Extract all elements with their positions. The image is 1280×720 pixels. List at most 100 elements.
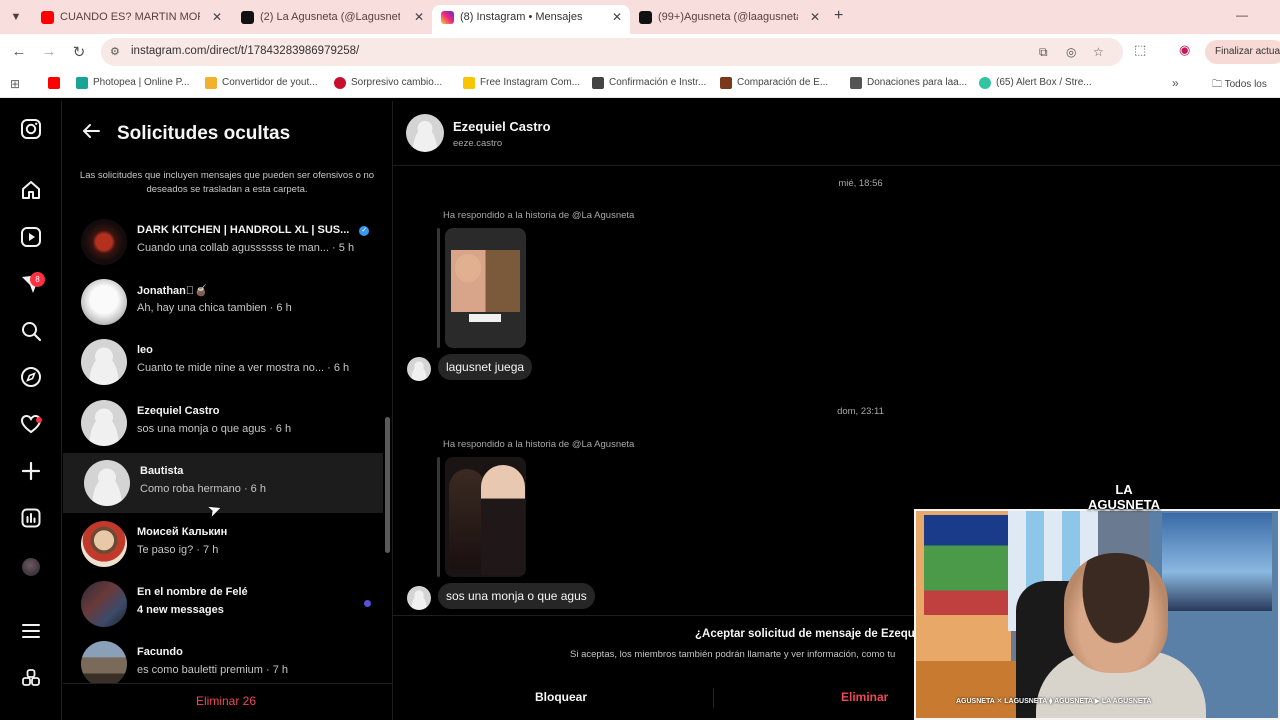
reels-icon[interactable] bbox=[18, 226, 44, 252]
bookmark-alert-box[interactable]: (65) Alert Box / Stre... bbox=[979, 77, 1092, 89]
home-icon[interactable] bbox=[18, 179, 44, 205]
request-preview: 4 new messages bbox=[137, 604, 224, 616]
accept-request-title: ¿Aceptar solicitud de mensaje de Ezequie… bbox=[695, 628, 928, 640]
bookmark-donaciones[interactable]: Donaciones para laa... bbox=[850, 77, 967, 89]
request-preview: es como bauletti premium · 7 h bbox=[137, 664, 289, 676]
request-preview: sos una monja o que agus · 6 h bbox=[137, 423, 292, 435]
threads-apps-icon[interactable] bbox=[18, 667, 44, 693]
streamer-head bbox=[1064, 553, 1168, 673]
profile-icon[interactable]: ◉ bbox=[1179, 42, 1190, 58]
more-bookmarks-icon[interactable]: » bbox=[1172, 76, 1179, 90]
tab-title: (2) La Agusneta (@Lagusneta) / bbox=[260, 11, 400, 23]
request-row-dark-kitchen[interactable]: DARK KITCHEN | HANDROLL XL | SUS... ✓ Cua… bbox=[63, 212, 383, 272]
avatar bbox=[81, 219, 127, 265]
browser-tab-4[interactable]: (99+)Agusneta (@laagusneta) | ✕ bbox=[630, 5, 828, 34]
request-name: Ezequiel Castro bbox=[137, 405, 220, 417]
message-bubble[interactable]: sos una monja o que agus bbox=[438, 583, 595, 609]
apps-grid-icon[interactable]: ⊞ bbox=[10, 77, 20, 91]
request-row-moisey[interactable]: Моисей Калькин Te paso ig? · 7 h bbox=[63, 514, 383, 574]
menu-icon[interactable] bbox=[18, 620, 44, 646]
page-title: Solicitudes ocultas bbox=[117, 123, 291, 144]
request-row-bautista[interactable]: Bautista Como roba hermano · 6 h bbox=[63, 453, 383, 513]
browser-tab-2[interactable]: (2) La Agusneta (@Lagusneta) / ✕ bbox=[232, 5, 432, 34]
request-row-leo[interactable]: leo Cuanto te mide nine a ver mostra no.… bbox=[63, 332, 383, 392]
reload-icon[interactable]: ↻ bbox=[70, 43, 88, 61]
bookmark-label: Free Instagram Com... bbox=[480, 77, 581, 88]
tab-search-chevron-icon[interactable]: ▼ bbox=[8, 9, 24, 25]
avatar bbox=[81, 581, 127, 627]
minimize-window-icon[interactable]: — bbox=[1236, 8, 1248, 22]
extensions-icon[interactable]: ⬚ bbox=[1134, 42, 1146, 58]
chat-header[interactable]: Ezequiel Castro eeze.castro bbox=[393, 101, 1280, 166]
stream-logo: LA AGUSNETA bbox=[1088, 482, 1160, 512]
request-name: Jonathan🏽🧉 bbox=[137, 285, 208, 297]
request-row-felé-group[interactable]: En el nombre de Felé 4 new messages bbox=[63, 574, 383, 634]
list-scrollbar[interactable] bbox=[385, 417, 390, 553]
instagram-favicon-icon bbox=[441, 11, 454, 24]
create-icon[interactable] bbox=[18, 460, 44, 486]
bookmark-label: (65) Alert Box / Stre... bbox=[996, 77, 1092, 88]
story-person bbox=[449, 469, 485, 569]
instagram-icon[interactable] bbox=[18, 118, 44, 144]
explore-icon[interactable] bbox=[18, 366, 44, 392]
url-text: instagram.com/direct/t/17843283986979258… bbox=[131, 45, 360, 57]
youtube-icon bbox=[48, 77, 60, 89]
all-bookmarks-folder[interactable]: 🗀 Todos los bbox=[1212, 77, 1267, 94]
story-caption-block bbox=[469, 314, 501, 322]
chat-avatar[interactable] bbox=[406, 114, 444, 152]
block-button[interactable]: Bloquear bbox=[535, 690, 587, 704]
close-tab-icon[interactable]: ✕ bbox=[212, 5, 222, 29]
browser-tab-instagram[interactable]: (8) Instagram • Mensajes ✕ bbox=[432, 5, 630, 34]
browser-tab-1[interactable]: CUANDO ES? MARTIN MORENO ✕ bbox=[32, 5, 230, 34]
bookmark-comparacion[interactable]: Comparación de E... bbox=[720, 77, 829, 89]
bookmark-label: Sorpresivo cambio... bbox=[351, 77, 443, 88]
close-tab-icon[interactable]: ✕ bbox=[612, 5, 622, 29]
forward-icon[interactable]: → bbox=[40, 43, 58, 60]
request-name: leo bbox=[137, 344, 153, 356]
bookmark-convertidor[interactable]: Convertidor de yout... bbox=[205, 77, 318, 89]
story-reply-bar bbox=[437, 228, 440, 348]
chat-username: eeze.castro bbox=[453, 138, 503, 149]
bookmark-label: Comparación de E... bbox=[737, 77, 829, 88]
browser-tab-strip: ▼ CUANDO ES? MARTIN MORENO ✕ (2) La Agus… bbox=[0, 0, 1280, 34]
story-thumbnail[interactable] bbox=[445, 457, 526, 577]
sender-avatar bbox=[407, 586, 431, 610]
bookmark-sorpresivo[interactable]: Sorpresivo cambio... bbox=[334, 77, 443, 89]
timestamp: mié, 18:56 bbox=[838, 178, 883, 189]
request-name: En el nombre de Felé bbox=[137, 586, 248, 598]
install-app-icon[interactable]: ⧉ bbox=[1039, 45, 1048, 60]
convertidor-icon bbox=[205, 77, 217, 89]
request-row-ezequiel[interactable]: Ezequiel Castro sos una monja o que agus… bbox=[63, 393, 383, 453]
site-info-icon[interactable]: ⚙ bbox=[110, 45, 120, 58]
profile-avatar[interactable] bbox=[22, 558, 40, 576]
new-tab-button[interactable]: + bbox=[834, 7, 843, 25]
browser-toolbar: ← → ↻ ⚙ instagram.com/direct/t/178432839… bbox=[0, 34, 1280, 70]
tracking-protection-icon[interactable]: ◎ bbox=[1066, 45, 1076, 59]
delete-button[interactable]: Eliminar bbox=[841, 690, 888, 704]
search-icon[interactable] bbox=[18, 320, 44, 346]
close-tab-icon[interactable]: ✕ bbox=[414, 5, 424, 29]
bookmark-star-icon[interactable]: ☆ bbox=[1093, 45, 1104, 59]
back-arrow-icon[interactable] bbox=[81, 121, 101, 147]
chat-name[interactable]: Ezequiel Castro bbox=[453, 119, 551, 134]
dashboard-icon[interactable] bbox=[18, 507, 44, 533]
finalizar-button[interactable]: Finalizar actual bbox=[1205, 40, 1280, 64]
bookmark-photopea[interactable]: Photopea | Online P... bbox=[76, 77, 189, 89]
close-tab-icon[interactable]: ✕ bbox=[810, 5, 820, 29]
message-bubble[interactable]: lagusnet juega bbox=[438, 354, 533, 380]
delete-all-button[interactable]: Eliminar 26 bbox=[63, 694, 389, 708]
timestamp: dom, 23:11 bbox=[837, 406, 884, 417]
request-row-jonathan[interactable]: Jonathan🏽🧉 Ah, hay una chica tambien · 6… bbox=[63, 272, 383, 332]
story-thumbnail[interactable] bbox=[445, 228, 526, 348]
webcam-floor bbox=[916, 661, 1016, 718]
avatar bbox=[81, 400, 127, 446]
back-icon[interactable]: ← bbox=[10, 43, 28, 60]
sender-avatar bbox=[407, 357, 431, 381]
accept-request-subtitle: Si aceptas, los miembros también podrán … bbox=[570, 649, 896, 660]
social-handles: AGUSNETA ✕ LAGUSNETA ⧫ AGUSNETA ▶ LA AGU… bbox=[956, 698, 1152, 705]
request-preview: Te paso ig? · 7 h bbox=[137, 544, 219, 556]
bookmark-confirmacion[interactable]: Confirmación e Instr... bbox=[592, 77, 706, 89]
address-bar[interactable]: ⚙ instagram.com/direct/t/178432839869792… bbox=[101, 38, 1123, 66]
bookmark-free-instagram[interactable]: Free Instagram Com... bbox=[463, 77, 581, 89]
story-face bbox=[455, 254, 481, 282]
